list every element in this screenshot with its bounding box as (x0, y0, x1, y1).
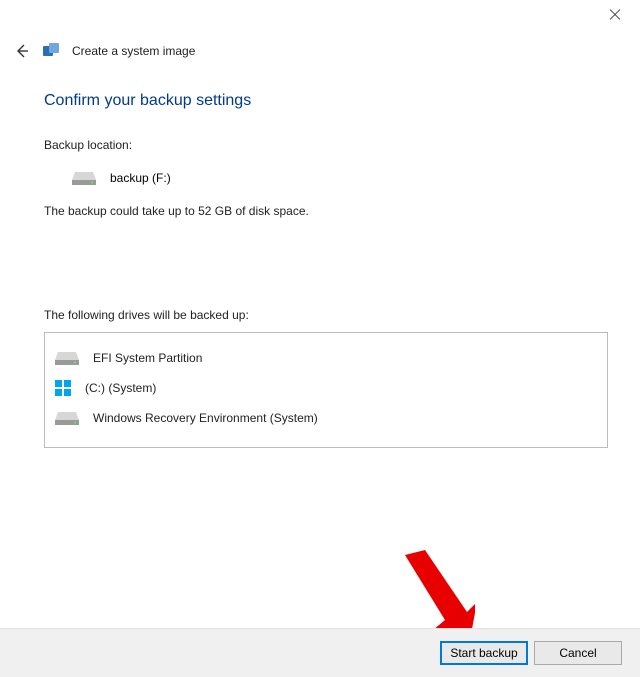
backup-size-note: The backup could take up to 52 GB of dis… (44, 204, 608, 218)
drives-list: EFI System Partition (C:) (System) (44, 332, 608, 448)
annotation-arrow-icon (395, 550, 475, 640)
drives-section-label: The following drives will be backed up: (44, 308, 608, 322)
page-title: Confirm your backup settings (44, 92, 608, 110)
drive-icon (72, 170, 96, 186)
backup-location-row: backup (F:) (72, 170, 608, 186)
list-item: EFI System Partition (51, 343, 601, 373)
drive-name: (C:) (System) (85, 381, 156, 395)
back-button[interactable] (14, 43, 30, 59)
drive-icon (55, 410, 79, 426)
window-title: Create a system image (72, 44, 195, 58)
windows-icon (55, 380, 71, 396)
drive-name: Windows Recovery Environment (System) (93, 411, 318, 425)
cancel-button[interactable]: Cancel (534, 641, 622, 665)
list-item: (C:) (System) (51, 373, 601, 403)
dialog-footer: Start backup Cancel (0, 628, 640, 677)
drive-name: EFI System Partition (93, 351, 202, 365)
system-image-icon (42, 42, 60, 60)
backup-location-value: backup (F:) (110, 171, 171, 185)
drive-icon (55, 350, 79, 366)
start-backup-button[interactable]: Start backup (440, 641, 528, 665)
close-button[interactable] (608, 8, 622, 22)
list-item: Windows Recovery Environment (System) (51, 403, 601, 433)
backup-location-label: Backup location: (44, 138, 608, 152)
